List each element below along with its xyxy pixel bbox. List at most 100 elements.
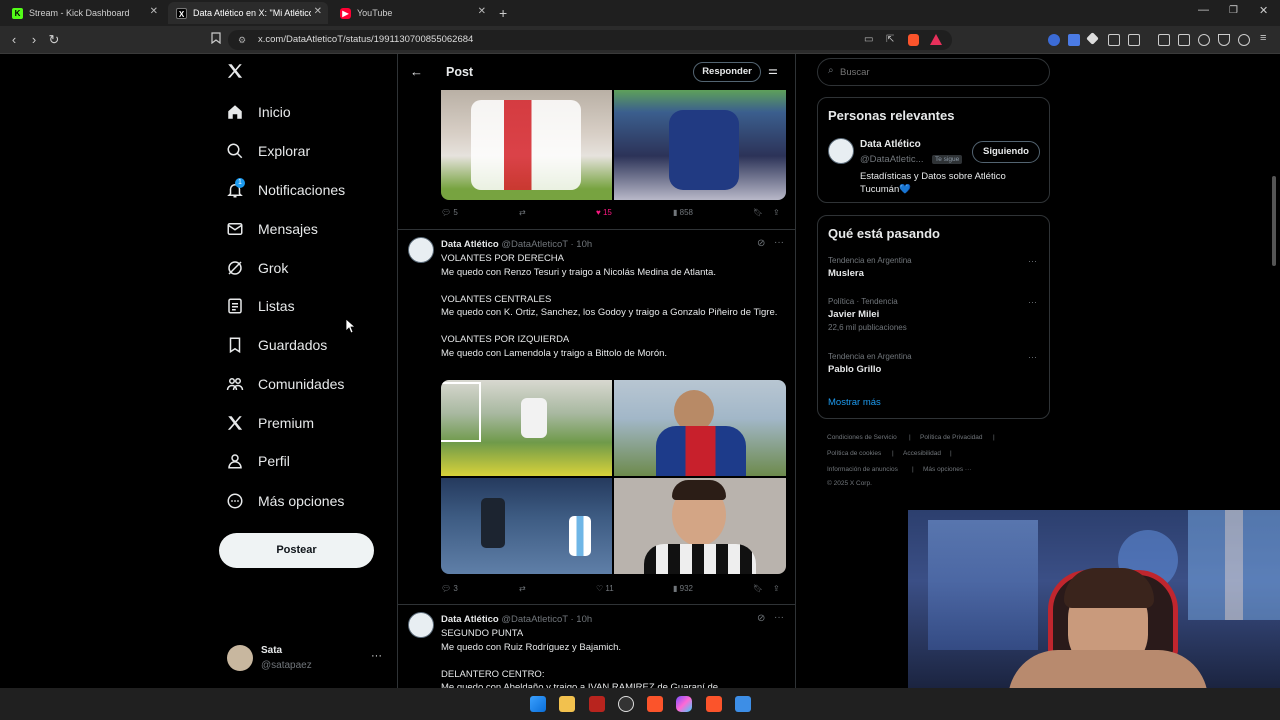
avatar[interactable]	[408, 612, 434, 638]
reply-action[interactable]: 💬︎ 3	[441, 584, 458, 593]
translate-icon[interactable]	[1068, 34, 1080, 46]
extension-icon[interactable]	[1086, 32, 1099, 45]
tweet-image-4[interactable]	[614, 380, 786, 476]
views-action[interactable]: ▮ 858	[673, 208, 693, 217]
wallet-icon[interactable]	[1178, 34, 1190, 46]
reply-action[interactable]: 💬︎ 5	[441, 208, 458, 217]
search-box[interactable]: ⌕	[817, 58, 1050, 86]
author-name[interactable]: Data Atlético	[441, 239, 499, 250]
nav-item-comunidades[interactable]: Comunidades	[226, 370, 344, 398]
scrollbar-thumb[interactable]	[1272, 176, 1276, 266]
windows-start-icon[interactable]	[530, 696, 546, 712]
tweet-image-3[interactable]	[441, 380, 612, 476]
more-icon[interactable]: ···	[774, 237, 784, 248]
avatar[interactable]	[408, 237, 434, 263]
nav-item-explorar[interactable]: Explorar	[226, 137, 310, 165]
footer-link[interactable]: Información de anuncios	[827, 466, 898, 473]
brave-icon[interactable]	[706, 696, 722, 712]
nav-item-guardados[interactable]: Guardados	[226, 331, 327, 359]
nav-item-perfil[interactable]: Perfil	[226, 447, 290, 475]
new-tab-icon[interactable]: +	[499, 5, 507, 21]
account-more-icon[interactable]: ···	[371, 650, 382, 662]
avatar[interactable]	[828, 138, 854, 164]
share-icon[interactable]: ⇪	[773, 208, 780, 217]
nav-item-premium[interactable]: Premium	[226, 409, 314, 437]
footer-link[interactable]: Política de cookies	[827, 450, 881, 457]
reload-icon[interactable]: ↻	[46, 32, 62, 48]
repost-action[interactable]: ⇄	[519, 584, 526, 593]
nav-item-m-s-opciones[interactable]: Más opciones	[226, 487, 344, 515]
footer-link[interactable]: Accesibilidad	[903, 450, 941, 457]
footer-link[interactable]: Más opciones ···	[923, 466, 971, 473]
author-name[interactable]: Data Atlético	[441, 614, 499, 625]
nav-item-listas[interactable]: Listas	[226, 292, 295, 320]
following-button[interactable]: Siguiendo	[972, 141, 1040, 163]
grok-icon[interactable]: ⊘	[757, 613, 765, 624]
sidebar-icon[interactable]	[1158, 34, 1170, 46]
post-button[interactable]: Postear	[219, 533, 374, 568]
copilot-icon[interactable]	[676, 696, 692, 712]
bookmark-page-icon[interactable]	[208, 32, 224, 48]
back-icon[interactable]: ‹	[6, 32, 22, 48]
site-settings-icon[interactable]: ⚙	[238, 30, 246, 50]
tweet-image-5[interactable]	[441, 478, 612, 574]
footer-link[interactable]: Condiciones de Servicio	[827, 434, 897, 441]
reply-button[interactable]: Responder	[693, 62, 761, 82]
tab-youtube[interactable]: ▶ YouTube ✕	[332, 2, 492, 24]
back-arrow-icon[interactable]: ←	[410, 64, 423, 79]
trend-item[interactable]: Política · Tendencia Javier Milei 22,6 m…	[828, 297, 1040, 341]
puzzle-icon[interactable]	[1108, 34, 1120, 46]
extension-icon[interactable]	[1048, 34, 1060, 46]
vpn-icon[interactable]	[1218, 34, 1230, 46]
nav-item-grok[interactable]: Grok	[226, 254, 288, 282]
footer-link[interactable]: Política de Privacidad	[920, 434, 983, 441]
cast-icon[interactable]: ▭	[864, 30, 873, 50]
notepad-icon[interactable]	[735, 696, 751, 712]
x-logo-icon[interactable]	[226, 62, 244, 85]
relevant-name[interactable]: Data Atlético	[860, 139, 921, 150]
forward-icon[interactable]: ›	[26, 32, 42, 48]
tweet-image-1[interactable]	[441, 90, 612, 200]
like-action[interactable]: ♡ 11	[596, 584, 614, 593]
app-icon[interactable]	[589, 696, 605, 712]
close-icon[interactable]: ✕	[478, 6, 486, 17]
tab-x-post[interactable]: X Data Atlético en X: "Mi Atlético 2 ✕	[168, 2, 328, 24]
filter-icon[interactable]: ⚌	[768, 64, 778, 77]
screenshot-icon[interactable]	[1128, 34, 1140, 46]
tweet-image-6[interactable]	[614, 478, 786, 574]
brave-icon[interactable]	[647, 696, 663, 712]
trend-item[interactable]: Tendencia en Argentina Pablo Grillo ···	[828, 352, 1040, 382]
share-icon[interactable]: ⇱	[886, 30, 894, 50]
file-explorer-icon[interactable]	[559, 696, 575, 712]
nav-item-notificaciones[interactable]: 1 Notificaciones	[226, 176, 345, 204]
more-icon[interactable]: ···	[1028, 297, 1037, 307]
close-icon[interactable]: ✕	[314, 6, 322, 17]
url-bar[interactable]: ⚙ x.com/DataAtleticoT/status/19911307008…	[228, 30, 952, 50]
menu-icon[interactable]: ≡	[1260, 32, 1266, 44]
obs-icon[interactable]	[618, 696, 634, 712]
brave-shield-icon[interactable]	[908, 34, 919, 46]
share-icon[interactable]: ⇪	[773, 584, 780, 593]
window-close-icon[interactable]: ✕	[1259, 4, 1268, 17]
more-icon[interactable]: ···	[774, 612, 784, 623]
avatar[interactable]	[227, 645, 253, 671]
like-action[interactable]: ♥ 15	[596, 208, 612, 217]
trend-item[interactable]: Tendencia en Argentina Muslera ···	[828, 256, 1040, 286]
minimize-icon[interactable]: —	[1198, 4, 1209, 16]
tweet-time[interactable]: · 10h	[571, 239, 593, 250]
bookmark-icon[interactable]: 🔖︎	[753, 584, 763, 593]
more-icon[interactable]: ···	[1028, 352, 1037, 362]
grok-icon[interactable]: ⊘	[757, 238, 765, 249]
brave-rewards-icon[interactable]	[930, 34, 942, 45]
nav-item-mensajes[interactable]: Mensajes	[226, 215, 318, 243]
rewards-icon[interactable]	[1238, 34, 1250, 46]
restore-icon[interactable]: ❐	[1229, 5, 1238, 16]
repost-action[interactable]: ⇄	[519, 208, 526, 217]
leo-icon[interactable]	[1198, 34, 1210, 46]
nav-item-inicio[interactable]: Inicio	[226, 98, 291, 126]
more-icon[interactable]: ···	[1028, 256, 1037, 266]
search-input[interactable]	[840, 64, 1040, 80]
views-action[interactable]: ▮ 932	[673, 584, 693, 593]
account-name[interactable]: Sata	[261, 645, 282, 656]
show-more-link[interactable]: Mostrar más	[828, 397, 881, 408]
